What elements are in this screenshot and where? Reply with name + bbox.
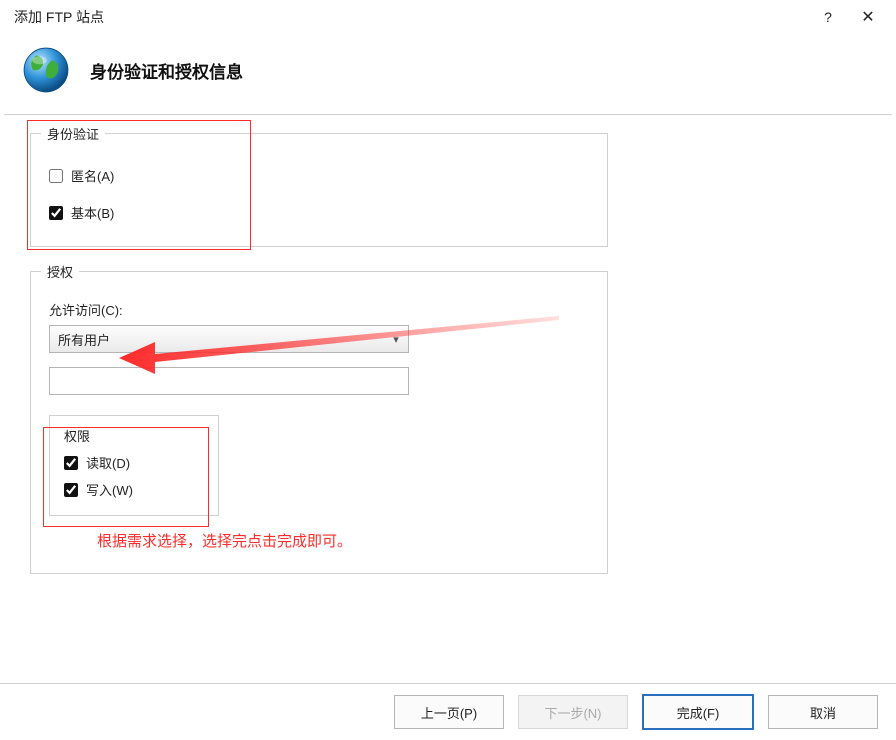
finish-button[interactable]: 完成(F) [642, 694, 754, 730]
permissions-legend: 权限 [64, 429, 90, 444]
authorization-legend: 授权 [41, 262, 79, 281]
anonymous-checkbox-row[interactable]: 匿名(A) [49, 166, 589, 185]
finish-button-label: 完成(F) [677, 703, 720, 722]
allow-access-value: 所有用户 [58, 330, 384, 349]
globe-icon [20, 44, 72, 96]
read-label: 读取(D) [86, 453, 130, 472]
basic-checkbox-row[interactable]: 基本(B) [49, 203, 589, 222]
previous-button[interactable]: 上一页(P) [394, 695, 504, 729]
content-area: 身份验证 匿名(A) 基本(B) 授权 允许访问(C): 所有用户 ▾ [0, 115, 896, 616]
next-button: 下一步(N) [518, 695, 628, 729]
basic-checkbox[interactable] [49, 206, 63, 220]
authentication-group: 身份验证 匿名(A) 基本(B) [30, 133, 608, 247]
write-label: 写入(W) [86, 480, 133, 499]
button-bar: 上一页(P) 下一步(N) 完成(F) 取消 [0, 683, 896, 740]
anonymous-checkbox[interactable] [49, 169, 63, 183]
read-checkbox-row[interactable]: 读取(D) [64, 453, 204, 472]
annotation-note: 根据需求选择，选择完点击完成即可。 [97, 530, 589, 551]
basic-label: 基本(B) [71, 203, 114, 222]
allow-access-dropdown[interactable]: 所有用户 ▾ [49, 325, 409, 353]
write-checkbox-row[interactable]: 写入(W) [64, 480, 204, 499]
previous-button-label: 上一页(P) [421, 703, 477, 722]
help-button[interactable]: ? [808, 9, 848, 25]
page-title: 身份验证和授权信息 [90, 58, 243, 83]
close-button[interactable]: ✕ [848, 7, 888, 27]
write-checkbox[interactable] [64, 483, 78, 497]
cancel-button[interactable]: 取消 [768, 695, 878, 729]
next-button-label: 下一步(N) [544, 703, 601, 722]
allow-access-label: 允许访问(C): [49, 300, 589, 319]
chevron-down-icon: ▾ [384, 333, 408, 346]
cancel-button-label: 取消 [810, 703, 836, 722]
anonymous-label: 匿名(A) [71, 166, 114, 185]
dialog-window: 添加 FTP 站点 ? ✕ 身份验证和授权信息 身份验证 [0, 0, 896, 740]
authorization-textbox[interactable] [49, 367, 409, 395]
authorization-group: 授权 允许访问(C): 所有用户 ▾ 权限 读取(D) 写入(W) [30, 271, 608, 574]
read-checkbox[interactable] [64, 456, 78, 470]
title-bar: 添加 FTP 站点 ? ✕ [0, 0, 896, 34]
header-band: 身份验证和授权信息 [0, 34, 896, 114]
authentication-legend: 身份验证 [41, 124, 105, 143]
permissions-group: 权限 读取(D) 写入(W) [49, 415, 219, 516]
window-title: 添加 FTP 站点 [14, 7, 808, 27]
